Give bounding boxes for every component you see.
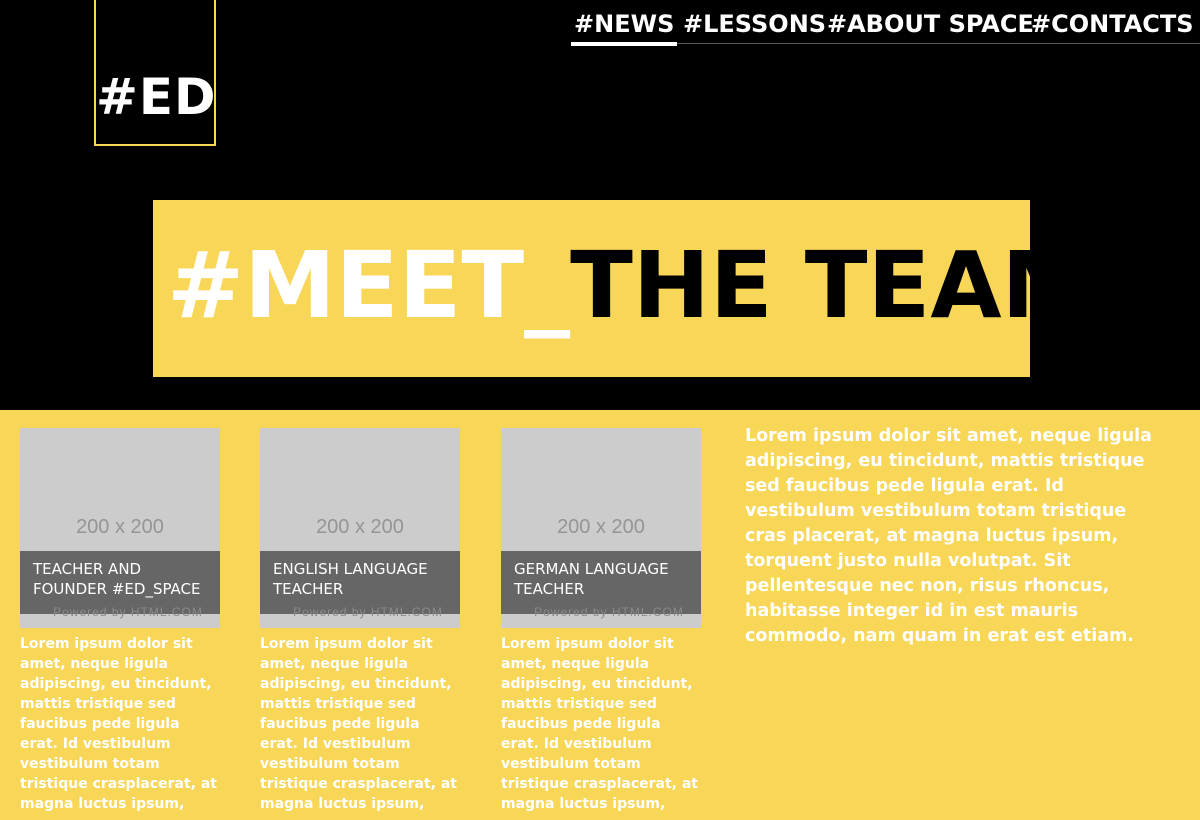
team-section: 200 x 200 TEACHER AND FOUNDER #ED_SPACE … xyxy=(0,410,1200,820)
team-card: 200 x 200 TEACHER AND FOUNDER #ED_SPACE … xyxy=(20,428,220,814)
nav-underline-rule xyxy=(662,43,1200,44)
photo-size-label: 200 x 200 xyxy=(557,516,645,538)
team-bio: Lorem ipsum dolor sit amet, neque ligula… xyxy=(260,636,457,812)
team-card: 200 x 200 GERMAN LANGUAGE TEACHER Powere… xyxy=(501,428,701,814)
photo-size-label: 200 x 200 xyxy=(76,516,164,538)
hero-title-main: THE TEAM xyxy=(570,232,1030,339)
nav-item-news[interactable]: #NEWS xyxy=(570,8,678,46)
team-photo-placeholder: 200 x 200 GERMAN LANGUAGE TEACHER Powere… xyxy=(501,428,701,628)
team-description: Lorem ipsum dolor sit amet, neque ligula… xyxy=(745,426,1152,646)
team-photo-placeholder: 200 x 200 ENGLISH LANGUAGE TEACHER Power… xyxy=(260,428,460,628)
team-role: TEACHER AND FOUNDER #ED_SPACE xyxy=(33,560,201,598)
hero-title: #MEET_THE TEAM xyxy=(167,230,1030,342)
nav-item-contacts[interactable]: #CONTACTS xyxy=(1031,8,1194,40)
main-nav: #NEWS #LESSONS #ABOUT SPACE #CONTACTS xyxy=(566,8,1200,46)
powered-by-label: Powered by HTML.COM xyxy=(534,605,684,619)
powered-by-label: Powered by HTML.COM xyxy=(53,605,203,619)
photo-size-label: 200 x 200 xyxy=(316,516,404,538)
nav-item-lessons[interactable]: #LESSONS xyxy=(683,8,826,40)
hero-banner: #MEET_THE TEAM xyxy=(153,200,1030,377)
site-header: #ED #NEWS #LESSONS #ABOUT SPACE #CONTACT… xyxy=(0,0,1200,410)
powered-by-label: Powered by HTML.COM xyxy=(293,605,443,619)
team-role: GERMAN LANGUAGE TEACHER xyxy=(514,560,669,598)
team-role: ENGLISH LANGUAGE TEACHER xyxy=(273,560,428,598)
nav-item-about-space[interactable]: #ABOUT SPACE xyxy=(827,8,1034,40)
hero-title-highlight: #MEET_ xyxy=(167,232,571,339)
team-bio: Lorem ipsum dolor sit amet, neque ligula… xyxy=(20,636,217,812)
team-card: 200 x 200 ENGLISH LANGUAGE TEACHER Power… xyxy=(260,428,460,814)
team-bio: Lorem ipsum dolor sit amet, neque ligula… xyxy=(501,636,698,812)
team-photo-placeholder: 200 x 200 TEACHER AND FOUNDER #ED_SPACE … xyxy=(20,428,220,628)
site-logo[interactable]: #ED xyxy=(94,0,216,146)
